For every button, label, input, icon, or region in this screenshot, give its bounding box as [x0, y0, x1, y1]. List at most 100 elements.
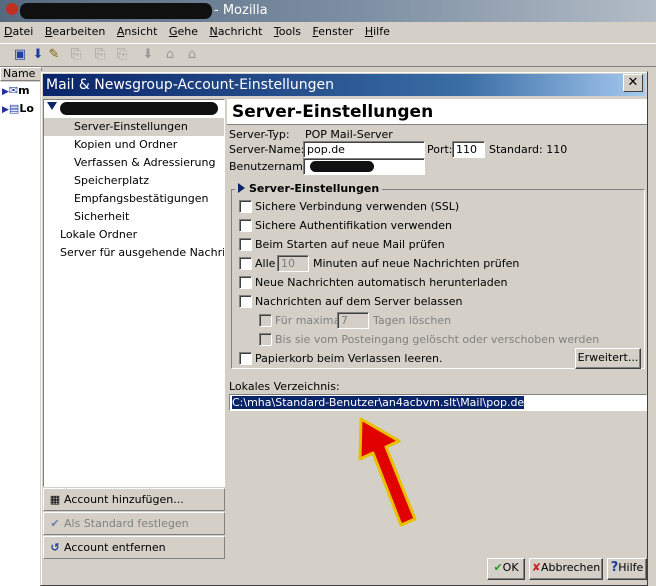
- redacted-title: [20, 3, 212, 19]
- add-account-icon: ▦: [49, 493, 61, 506]
- file-icon[interactable]: ⬇: [140, 48, 156, 62]
- account-root[interactable]: [44, 100, 224, 118]
- set-default-button[interactable]: ✔ Als Standard festlegen: [43, 512, 225, 535]
- ssl-checkbox[interactable]: [239, 200, 252, 213]
- mozilla-logo-icon: [6, 3, 18, 15]
- account-settings-dialog: Mail & Newsgroup-Account-Einstellungen ✕…: [40, 71, 648, 586]
- folder-row-label: Lo: [19, 102, 34, 115]
- dialog-title-bar: Mail & Newsgroup-Account-Einstellungen: [43, 74, 645, 96]
- server-type-value: POP Mail-Server: [305, 128, 393, 141]
- compose-icon[interactable]: ✎: [46, 48, 62, 62]
- account-tree: Server-Einstellungen Kopien und Ordner V…: [43, 99, 225, 487]
- ok-label: OK: [502, 561, 519, 574]
- next-icon[interactable]: ⌂: [162, 48, 178, 62]
- remove-account-button[interactable]: ↺ Account entfernen: [43, 536, 225, 559]
- check-on-start-checkbox[interactable]: [239, 238, 252, 251]
- minutes-suffix: Minuten auf neue Nachrichten prüfen: [313, 257, 520, 270]
- close-button[interactable]: ✕: [623, 74, 643, 92]
- ssl-label[interactable]: Sichere Verbindung verwenden (SSL): [255, 200, 459, 213]
- forward-icon[interactable]: ⎘: [114, 48, 130, 62]
- server-name-label: Server-Name:: [229, 143, 305, 156]
- port-input[interactable]: 110: [452, 141, 485, 158]
- redacted-username: [310, 161, 374, 172]
- folder-row-local[interactable]: ▶▤Lo: [2, 102, 34, 115]
- server-name-input[interactable]: pop.de: [303, 141, 425, 158]
- port-default-label: Standard: 110: [489, 143, 568, 156]
- secure-auth-label[interactable]: Sichere Authentifikation verwenden: [255, 219, 452, 232]
- tree-item-composition[interactable]: Verfassen & Adressierung: [44, 154, 224, 172]
- max-days-checkbox[interactable]: [259, 314, 272, 327]
- add-account-label: Account hinzufügen...: [64, 493, 184, 506]
- red-arrow-annotation: [358, 417, 417, 527]
- days-input[interactable]: 7: [337, 312, 369, 329]
- window-title: - Mozilla: [214, 3, 268, 18]
- group-title-label: Server-Einstellungen: [249, 182, 380, 195]
- download-arrow-icon[interactable]: ⬇: [30, 48, 46, 62]
- get-mail-icon[interactable]: ▣: [12, 48, 28, 62]
- window-title-bar: - Mozilla: [0, 0, 656, 22]
- tree-item-outgoing-server[interactable]: Server für ausgehende Nachric...: [44, 244, 224, 262]
- menu-gehe[interactable]: Gehe: [165, 22, 202, 38]
- menu-hilfe[interactable]: Hilfe: [361, 22, 394, 38]
- until-deleted-label[interactable]: Bis sie vom Posteingang gelöscht oder ve…: [275, 333, 599, 346]
- cancel-button[interactable]: ✘Abbrechen: [529, 558, 603, 580]
- menu-fenster[interactable]: Fenster: [309, 22, 358, 38]
- leave-on-server-checkbox[interactable]: [239, 295, 252, 308]
- menu-bearbeiten[interactable]: Bearbeiten: [41, 22, 109, 38]
- until-deleted-checkbox[interactable]: [259, 333, 272, 346]
- tree-item-security[interactable]: Sicherheit: [44, 208, 224, 226]
- add-account-button[interactable]: ▦ Account hinzufügen...: [43, 488, 225, 511]
- port-label: Port:: [427, 143, 453, 156]
- minutes-input[interactable]: 10: [277, 255, 309, 272]
- reply-all-icon[interactable]: ⎘: [92, 48, 108, 62]
- advanced-button[interactable]: Erweitert...: [575, 348, 641, 369]
- mail-account-icon: ✉: [8, 84, 19, 97]
- collapse-triangle-icon[interactable]: [47, 102, 57, 110]
- main-toolbar: ▣ ⬇ ✎ ⎘ ⎘ ⎘ ⬇ ⌂ ⌂: [0, 43, 656, 67]
- empty-trash-checkbox[interactable]: [239, 352, 252, 365]
- empty-trash-label[interactable]: Papierkorb beim Verlassen leeren.: [255, 352, 443, 365]
- expand-triangle-icon[interactable]: ▶: [2, 87, 9, 97]
- folder-column-header[interactable]: Name: [0, 67, 42, 81]
- local-dir-label: Lokales Verzeichnis:: [229, 380, 340, 393]
- check-every-label[interactable]: Alle: [255, 257, 275, 270]
- page-title: Server-Einstellungen: [227, 99, 647, 125]
- menu-ansicht[interactable]: Ansicht: [113, 22, 162, 38]
- close-icon: ✕: [627, 75, 639, 90]
- ok-checkmark-icon: ✔: [493, 561, 503, 574]
- tree-item-receipts[interactable]: Empfangsbestätigungen: [44, 190, 224, 208]
- tree-item-disk-space[interactable]: Speicherplatz: [44, 172, 224, 190]
- username-label: Benutzername:: [229, 160, 314, 173]
- auto-download-label[interactable]: Neue Nachrichten automatisch herunterlad…: [255, 276, 508, 289]
- tree-item-server-settings[interactable]: Server-Einstellungen: [44, 118, 224, 136]
- remove-account-icon: ↺: [50, 541, 60, 554]
- tree-item-local-folders[interactable]: Lokale Ordner: [44, 226, 224, 244]
- dialog-title: Mail & Newsgroup-Account-Einstellungen: [46, 77, 334, 93]
- menu-nachricht[interactable]: Nachricht: [205, 22, 266, 38]
- group-title: Server-Einstellungen: [235, 182, 383, 195]
- tree-item-copies-folders[interactable]: Kopien und Ordner: [44, 136, 224, 154]
- check-on-start-label[interactable]: Beim Starten auf neue Mail prüfen: [255, 238, 445, 251]
- ok-button[interactable]: ✔OK: [487, 558, 525, 580]
- redacted-account-name: [60, 102, 218, 115]
- folder-pane: ▶✉m ▶▤Lo: [0, 82, 42, 586]
- cancel-label: Abbrechen: [540, 561, 601, 574]
- local-folders-icon: ▤: [8, 102, 20, 115]
- server-type-label: Server-Typ:: [229, 128, 290, 141]
- cancel-x-icon: ✘: [531, 561, 541, 574]
- leave-on-server-label[interactable]: Nachrichten auf dem Server belassen: [255, 295, 463, 308]
- menu-tools[interactable]: Tools: [270, 22, 305, 38]
- check-every-checkbox[interactable]: [239, 257, 252, 270]
- secure-auth-checkbox[interactable]: [239, 219, 252, 232]
- auto-download-checkbox[interactable]: [239, 276, 252, 289]
- username-input[interactable]: [303, 158, 425, 175]
- folder-row-mail[interactable]: ▶✉m: [2, 84, 30, 97]
- expand-triangle-icon[interactable]: ▶: [2, 105, 9, 115]
- reply-icon[interactable]: ⎘: [68, 48, 84, 62]
- set-default-label: Als Standard festlegen: [64, 517, 189, 530]
- delete-icon[interactable]: ⌂: [184, 48, 200, 62]
- remove-account-label: Account entfernen: [64, 541, 166, 554]
- help-button[interactable]: ?Hilfe: [607, 558, 647, 580]
- menu-datei[interactable]: Datei: [0, 22, 37, 38]
- max-days-label[interactable]: Für maximal: [275, 314, 343, 327]
